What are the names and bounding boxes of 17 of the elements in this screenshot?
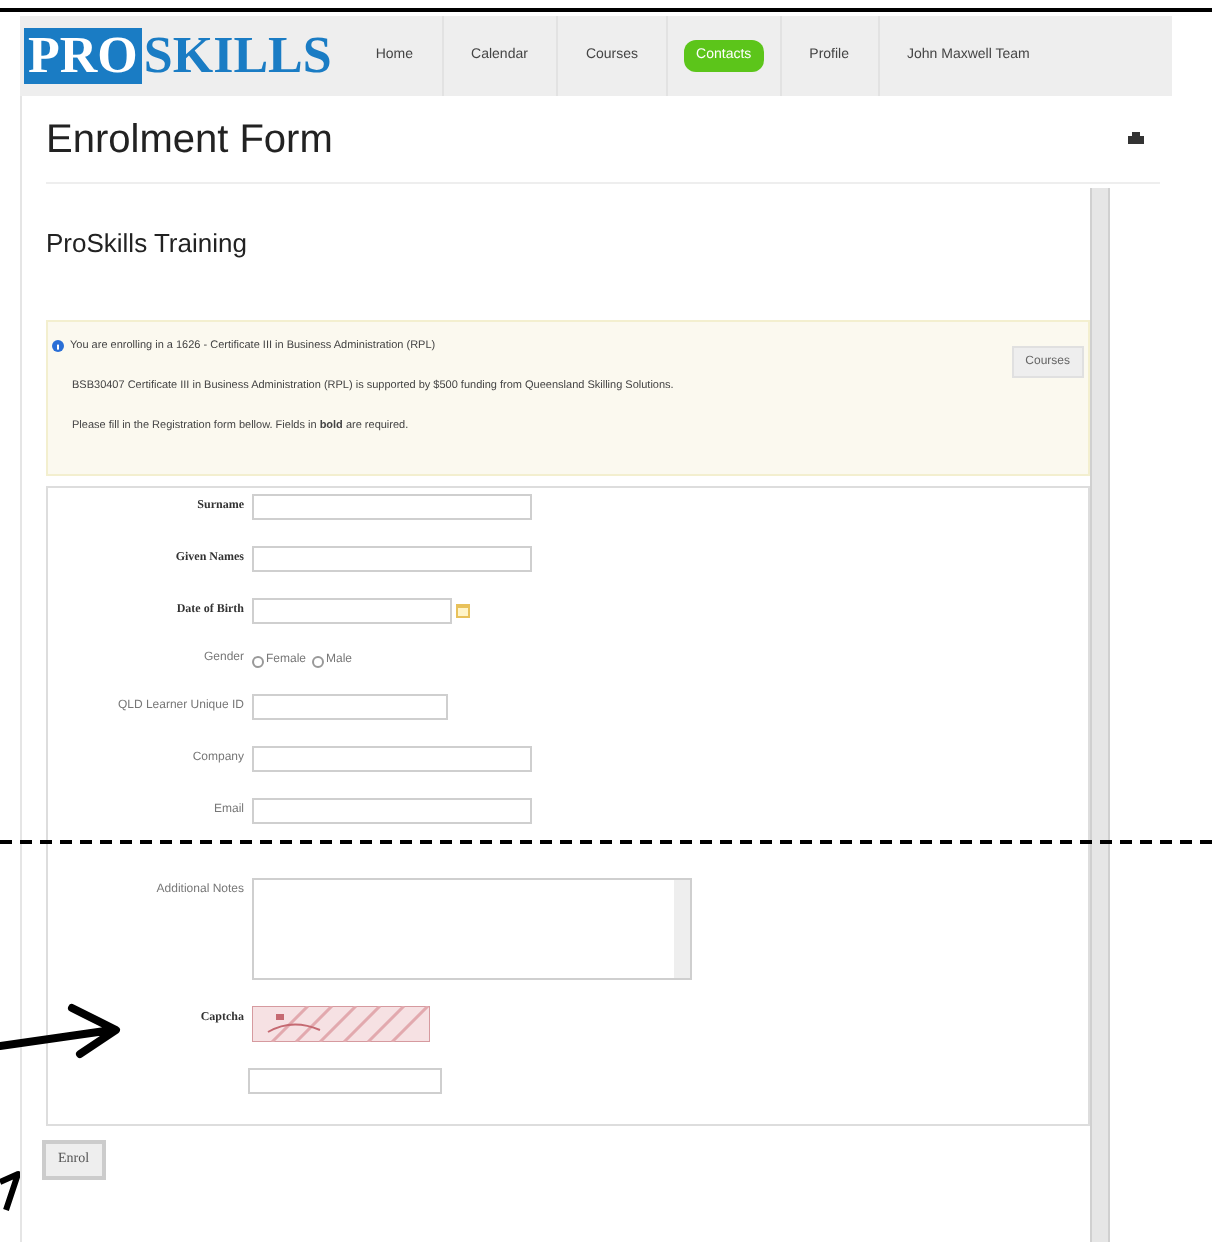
section-title: ProSkills Training — [46, 226, 249, 262]
scrollbar[interactable] — [1090, 188, 1110, 1242]
proskills-logo[interactable]: PRO SKILLS — [24, 28, 332, 84]
captcha-field[interactable] — [248, 1068, 442, 1094]
info-icon — [52, 340, 64, 352]
input-field[interactable] — [252, 694, 448, 720]
input-field[interactable] — [252, 546, 532, 572]
input-field[interactable] — [252, 798, 532, 824]
print-icon[interactable] — [1128, 132, 1144, 146]
input-field[interactable] — [252, 494, 532, 520]
pointer-arrow — [0, 1000, 124, 1060]
page-title: Enrolment Form — [46, 115, 333, 165]
notes-textarea[interactable] — [252, 878, 692, 980]
input-field[interactable] — [252, 746, 532, 772]
calendar-icon[interactable] — [456, 604, 470, 618]
scrollbar[interactable] — [674, 880, 690, 978]
date-field[interactable] — [252, 598, 452, 624]
